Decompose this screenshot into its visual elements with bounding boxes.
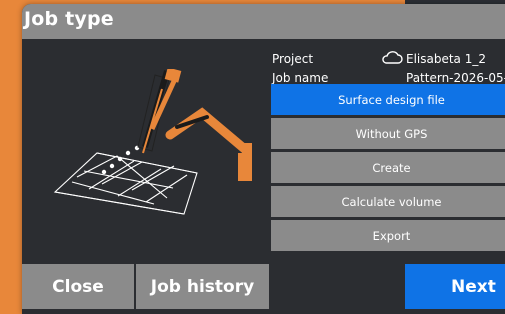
jobname-label: Job name (272, 71, 329, 85)
project-label: Project (272, 52, 314, 66)
dialog-titlebar: Job type (22, 4, 505, 39)
excavator-surface-illustration (53, 69, 252, 215)
cloud-icon (382, 51, 403, 64)
job-type-dialog: Job type Project Elisabeta 1_2 Job name … (22, 4, 505, 314)
close-button[interactable]: Close (22, 264, 134, 309)
job-history-button[interactable]: Job history (136, 264, 269, 309)
create-button[interactable]: Create (271, 152, 505, 183)
calculate-volume-button[interactable]: Calculate volume (271, 186, 505, 217)
export-button[interactable]: Export (271, 220, 505, 251)
next-button[interactable]: Next (405, 264, 505, 309)
dialog-title: Job type (24, 8, 114, 30)
project-value: Elisabeta 1_2 (406, 52, 486, 66)
jobname-value: Pattern-2026-05-11- (406, 71, 505, 85)
without-gps-button[interactable]: Without GPS (271, 118, 505, 149)
surface-design-file-button[interactable]: Surface design file (271, 84, 505, 115)
